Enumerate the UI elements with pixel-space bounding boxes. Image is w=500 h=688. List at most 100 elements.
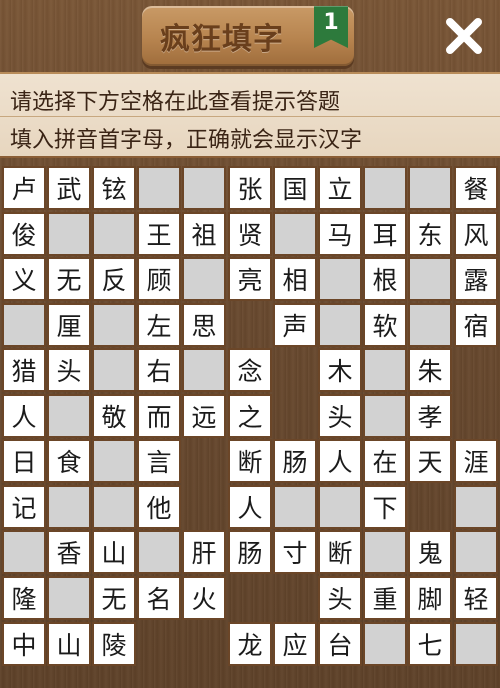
grid-cell-empty[interactable] <box>408 257 452 301</box>
grid-cell-empty[interactable] <box>2 530 46 574</box>
grid-cell-filled[interactable]: 软 <box>363 303 407 347</box>
grid-cell-empty[interactable] <box>47 576 91 620</box>
grid-cell-filled[interactable]: 头 <box>47 348 91 392</box>
grid-cell-empty[interactable] <box>363 348 407 392</box>
grid-cell-filled[interactable]: 断 <box>318 530 362 574</box>
grid-cell-filled[interactable]: 重 <box>363 576 407 620</box>
grid-cell-filled[interactable]: 声 <box>273 303 317 347</box>
grid-cell-empty[interactable] <box>47 394 91 438</box>
grid-cell-filled[interactable]: 香 <box>47 530 91 574</box>
grid-cell-filled[interactable]: 应 <box>273 622 317 666</box>
grid-cell-filled[interactable]: 寸 <box>273 530 317 574</box>
grid-cell-empty[interactable] <box>454 485 498 529</box>
grid-cell-filled[interactable]: 武 <box>47 166 91 210</box>
grid-cell-empty[interactable] <box>2 303 46 347</box>
grid-cell-filled[interactable]: 隆 <box>2 576 46 620</box>
grid-cell-filled[interactable]: 猎 <box>2 348 46 392</box>
grid-cell-filled[interactable]: 肠 <box>273 439 317 483</box>
grid-cell-filled[interactable]: 厘 <box>47 303 91 347</box>
grid-cell-empty[interactable] <box>363 166 407 210</box>
grid-cell-filled[interactable]: 右 <box>137 348 181 392</box>
grid-cell-filled[interactable]: 张 <box>228 166 272 210</box>
grid-cell-filled[interactable]: 人 <box>228 485 272 529</box>
grid-cell-filled[interactable]: 下 <box>363 485 407 529</box>
grid-cell-filled[interactable]: 卢 <box>2 166 46 210</box>
grid-cell-empty[interactable] <box>273 485 317 529</box>
grid-cell-filled[interactable]: 他 <box>137 485 181 529</box>
close-button[interactable] <box>438 10 490 62</box>
grid-cell-filled[interactable]: 肝 <box>182 530 226 574</box>
grid-cell-empty[interactable] <box>363 530 407 574</box>
grid-cell-empty[interactable] <box>137 166 181 210</box>
grid-cell-empty[interactable] <box>408 303 452 347</box>
grid-cell-empty[interactable] <box>318 257 362 301</box>
grid-cell-filled[interactable]: 人 <box>318 439 362 483</box>
grid-cell-filled[interactable]: 东 <box>408 212 452 256</box>
grid-cell-filled[interactable]: 立 <box>318 166 362 210</box>
grid-cell-filled[interactable]: 山 <box>47 622 91 666</box>
grid-cell-empty[interactable] <box>92 348 136 392</box>
grid-cell-filled[interactable]: 木 <box>318 348 362 392</box>
grid-cell-filled[interactable]: 断 <box>228 439 272 483</box>
grid-cell-empty[interactable] <box>47 212 91 256</box>
grid-cell-filled[interactable]: 马 <box>318 212 362 256</box>
grid-cell-filled[interactable]: 而 <box>137 394 181 438</box>
grid-cell-empty[interactable] <box>454 530 498 574</box>
grid-cell-filled[interactable]: 头 <box>318 576 362 620</box>
grid-cell-filled[interactable]: 亮 <box>228 257 272 301</box>
grid-cell-filled[interactable]: 无 <box>47 257 91 301</box>
grid-cell-empty[interactable] <box>92 212 136 256</box>
grid-cell-filled[interactable]: 记 <box>2 485 46 529</box>
grid-cell-filled[interactable]: 涯 <box>454 439 498 483</box>
grid-cell-filled[interactable]: 台 <box>318 622 362 666</box>
grid-cell-empty[interactable] <box>92 439 136 483</box>
grid-cell-filled[interactable]: 敬 <box>92 394 136 438</box>
grid-cell-filled[interactable]: 言 <box>137 439 181 483</box>
grid-cell-filled[interactable]: 念 <box>228 348 272 392</box>
grid-cell-filled[interactable]: 俊 <box>2 212 46 256</box>
grid-cell-filled[interactable]: 露 <box>454 257 498 301</box>
grid-cell-empty[interactable] <box>182 166 226 210</box>
grid-cell-filled[interactable]: 左 <box>137 303 181 347</box>
grid-cell-empty[interactable] <box>47 485 91 529</box>
grid-cell-empty[interactable] <box>454 622 498 666</box>
grid-cell-empty[interactable] <box>363 394 407 438</box>
grid-cell-filled[interactable]: 根 <box>363 257 407 301</box>
grid-cell-filled[interactable]: 相 <box>273 257 317 301</box>
grid-cell-filled[interactable]: 在 <box>363 439 407 483</box>
grid-cell-filled[interactable]: 中 <box>2 622 46 666</box>
grid-cell-empty[interactable] <box>137 530 181 574</box>
grid-cell-filled[interactable]: 顾 <box>137 257 181 301</box>
grid-cell-filled[interactable]: 陵 <box>92 622 136 666</box>
grid-cell-empty[interactable] <box>363 622 407 666</box>
grid-cell-empty[interactable] <box>408 166 452 210</box>
grid-cell-filled[interactable]: 铉 <box>92 166 136 210</box>
grid-cell-filled[interactable]: 食 <box>47 439 91 483</box>
grid-cell-filled[interactable]: 祖 <box>182 212 226 256</box>
grid-cell-empty[interactable] <box>182 348 226 392</box>
grid-cell-filled[interactable]: 义 <box>2 257 46 301</box>
grid-cell-filled[interactable]: 日 <box>2 439 46 483</box>
grid-cell-filled[interactable]: 脚 <box>408 576 452 620</box>
grid-cell-filled[interactable]: 孝 <box>408 394 452 438</box>
grid-cell-filled[interactable]: 反 <box>92 257 136 301</box>
grid-cell-empty[interactable] <box>318 303 362 347</box>
grid-cell-empty[interactable] <box>182 257 226 301</box>
grid-cell-filled[interactable]: 轻 <box>454 576 498 620</box>
grid-cell-filled[interactable]: 朱 <box>408 348 452 392</box>
grid-cell-filled[interactable]: 国 <box>273 166 317 210</box>
grid-cell-filled[interactable]: 天 <box>408 439 452 483</box>
grid-cell-filled[interactable]: 无 <box>92 576 136 620</box>
grid-cell-filled[interactable]: 耳 <box>363 212 407 256</box>
grid-cell-filled[interactable]: 王 <box>137 212 181 256</box>
grid-cell-empty[interactable] <box>92 485 136 529</box>
grid-cell-filled[interactable]: 山 <box>92 530 136 574</box>
grid-cell-filled[interactable]: 肠 <box>228 530 272 574</box>
grid-cell-filled[interactable]: 火 <box>182 576 226 620</box>
grid-cell-filled[interactable]: 风 <box>454 212 498 256</box>
grid-cell-filled[interactable]: 鬼 <box>408 530 452 574</box>
grid-cell-filled[interactable]: 思 <box>182 303 226 347</box>
grid-cell-empty[interactable] <box>273 212 317 256</box>
grid-cell-filled[interactable]: 人 <box>2 394 46 438</box>
grid-cell-filled[interactable]: 七 <box>408 622 452 666</box>
